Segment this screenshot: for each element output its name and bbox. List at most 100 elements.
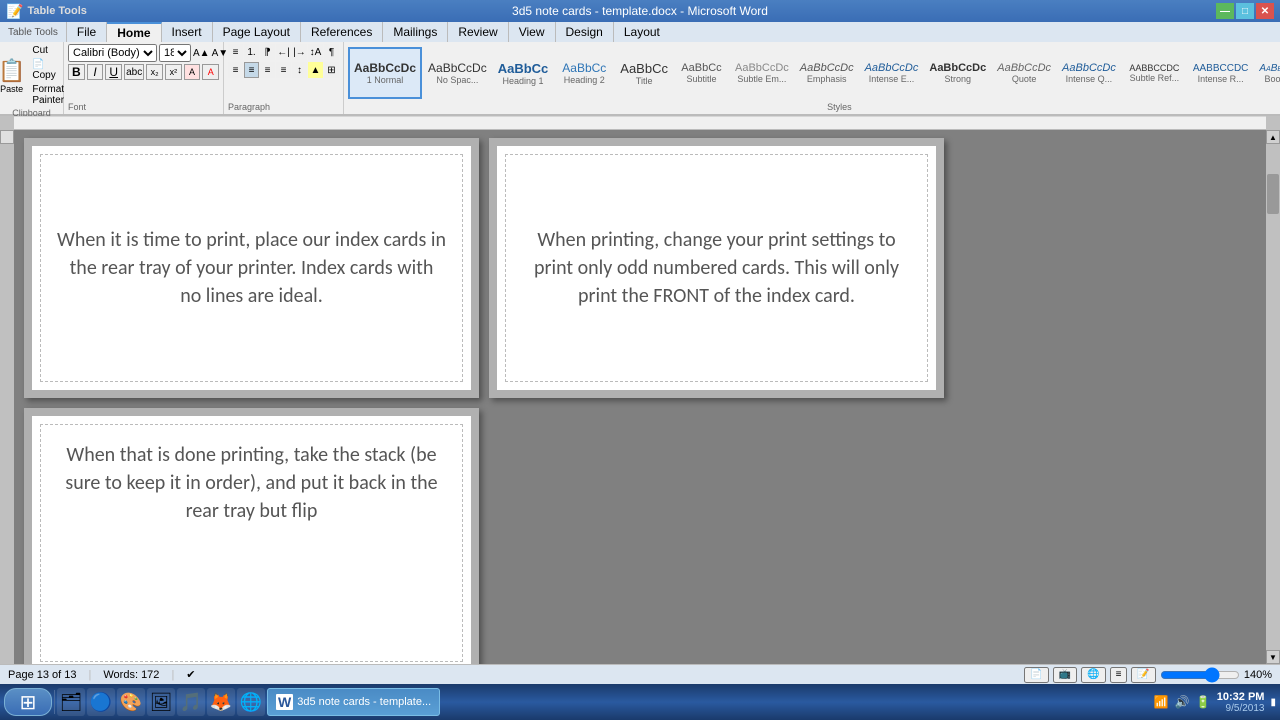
firefox-icon: 🦊 bbox=[210, 692, 232, 713]
style-heading2[interactable]: AaBbCc Heading 2 bbox=[554, 47, 614, 99]
style-intense-q[interactable]: AaBbCcDc Intense Q... bbox=[1057, 47, 1121, 99]
view-outline-button[interactable]: ≡ bbox=[1110, 667, 1128, 683]
style-no-space[interactable]: AaBbCcDc No Spac... bbox=[423, 47, 492, 99]
tab-home[interactable]: Home bbox=[107, 22, 161, 42]
style-subtitle[interactable]: AaBbCc Subtitle bbox=[674, 47, 729, 99]
borders-button[interactable]: ⊞ bbox=[324, 62, 339, 78]
align-left-button[interactable]: ≡ bbox=[228, 62, 243, 78]
line-spacing-button[interactable]: ↕ bbox=[292, 62, 307, 78]
taskbar-word-label: 3d5 note cards - template... bbox=[297, 696, 431, 708]
tab-layout[interactable]: Layout bbox=[614, 22, 670, 42]
taskbar-app-media[interactable]: 🎵 bbox=[177, 688, 205, 716]
shading-button[interactable]: ▲ bbox=[308, 62, 323, 78]
tab-references[interactable]: References bbox=[301, 22, 383, 42]
show-desktop-button[interactable]: ▮ bbox=[1270, 697, 1276, 708]
tab-mailings[interactable]: Mailings bbox=[383, 22, 448, 42]
show-formatting-button[interactable]: ¶ bbox=[324, 44, 339, 60]
clock-date: 9/5/2013 bbox=[1217, 703, 1265, 714]
word-taskbar-icon: W bbox=[276, 694, 293, 710]
window-controls[interactable]: — □ ✕ bbox=[1216, 3, 1274, 19]
style-intense-r[interactable]: AaBbCcDc Intense R... bbox=[1188, 47, 1254, 99]
left-scroll-corner[interactable] bbox=[0, 130, 14, 144]
taskbar-app-ie[interactable]: 🔵 bbox=[87, 688, 115, 716]
text-highlight-button[interactable]: A bbox=[184, 64, 201, 80]
font-group-label: Font bbox=[68, 102, 219, 112]
style-book-title[interactable]: AaBbCcDc Book title bbox=[1254, 47, 1280, 99]
format-painter-button[interactable]: Format Painter bbox=[29, 83, 67, 107]
increase-indent-button[interactable]: |→ bbox=[292, 44, 307, 60]
bullets-button[interactable]: ≡ bbox=[228, 44, 243, 60]
bold-button[interactable]: B bbox=[68, 64, 85, 80]
style-subtle-ref[interactable]: AaBbCcDc Subtle Ref... bbox=[1122, 47, 1187, 99]
tab-file[interactable]: File bbox=[67, 22, 107, 42]
card-1: When it is time to print, place our inde… bbox=[40, 154, 463, 382]
tab-design[interactable]: Design bbox=[556, 22, 614, 42]
underline-button[interactable]: U bbox=[105, 64, 122, 80]
clock-time: 10:32 PM bbox=[1217, 691, 1265, 703]
tab-page-layout[interactable]: Page Layout bbox=[213, 22, 301, 42]
system-clock: 10:32 PM 9/5/2013 bbox=[1217, 691, 1265, 714]
card-3-container: When that is done printing, take the sta… bbox=[32, 416, 471, 664]
font-color-button[interactable]: A bbox=[202, 64, 219, 80]
card-3-text: When that is done printing, take the sta… bbox=[57, 441, 446, 525]
minimize-button[interactable]: — bbox=[1216, 3, 1234, 19]
style-normal[interactable]: AaBbCcDc 1 Normal bbox=[348, 47, 422, 99]
style-heading1[interactable]: AaBbCc Heading 1 bbox=[493, 47, 554, 99]
superscript-button[interactable]: x² bbox=[165, 64, 182, 80]
taskbar-app-firefox[interactable]: 🦊 bbox=[207, 688, 235, 716]
multilevel-button[interactable]: ⁋ bbox=[260, 44, 275, 60]
sort-button[interactable]: ↕A bbox=[308, 44, 323, 60]
status-right: 📄 📺 🌐 ≡ 📝 140% bbox=[1024, 667, 1272, 683]
card-1-container: When it is time to print, place our inde… bbox=[32, 146, 471, 390]
font-size-select[interactable]: 18 bbox=[159, 44, 191, 62]
scroll-down-button[interactable]: ▼ bbox=[1266, 650, 1280, 664]
style-subtle-em[interactable]: AaBbCcDc Subtle Em... bbox=[730, 47, 794, 99]
style-emphasis[interactable]: AaBbCcDc Emphasis bbox=[795, 47, 859, 99]
style-title[interactable]: AaBbCc Title bbox=[615, 47, 673, 99]
window-title: 3d5 note cards - template.docx - Microso… bbox=[512, 4, 768, 18]
style-quote[interactable]: AaBbCcDc Quote bbox=[992, 47, 1056, 99]
spell-check-icon[interactable]: ✔ bbox=[186, 668, 195, 681]
status-left: Page 13 of 13 | Words: 172 | ✔ bbox=[8, 668, 196, 681]
copy-button[interactable]: 📄 Copy bbox=[29, 58, 67, 82]
zoom-slider[interactable] bbox=[1160, 669, 1240, 681]
style-intense-em[interactable]: AaBbCcDc Intense E... bbox=[860, 47, 924, 99]
document-area: When it is time to print, place our inde… bbox=[14, 130, 1266, 664]
start-button[interactable]: ⊞ bbox=[4, 688, 52, 716]
tab-insert[interactable]: Insert bbox=[162, 22, 213, 42]
paragraph-group-label: Paragraph bbox=[228, 102, 339, 112]
align-right-button[interactable]: ≡ bbox=[260, 62, 275, 78]
taskbar-app-lr[interactable]: 🎨 bbox=[117, 688, 145, 716]
taskbar-app-ps[interactable]: 🖼 bbox=[147, 688, 175, 716]
maximize-button[interactable]: □ bbox=[1236, 3, 1254, 19]
ruler-right-margin bbox=[1266, 116, 1280, 130]
cut-button[interactable]: Cut bbox=[29, 44, 67, 57]
strikethrough-button[interactable]: abc bbox=[124, 64, 144, 80]
vertical-scrollbar[interactable]: ▲ ▼ bbox=[1266, 130, 1280, 664]
paste-button[interactable]: 📋 Paste bbox=[0, 56, 27, 96]
media-icon: 🎵 bbox=[180, 692, 202, 713]
italic-button[interactable]: I bbox=[87, 64, 104, 80]
scroll-up-button[interactable]: ▲ bbox=[1266, 130, 1280, 144]
view-web-button[interactable]: 🌐 bbox=[1081, 667, 1105, 683]
tab-view[interactable]: View bbox=[509, 22, 556, 42]
scroll-track[interactable] bbox=[1267, 144, 1279, 650]
font-name-select[interactable]: Calibri (Body) bbox=[68, 44, 157, 62]
taskbar-app-explorer[interactable]: 🗂 bbox=[57, 688, 85, 716]
justify-button[interactable]: ≡ bbox=[276, 62, 291, 78]
scroll-thumb[interactable] bbox=[1267, 174, 1279, 214]
taskbar-app-chrome[interactable]: 🌐 bbox=[237, 688, 265, 716]
view-draft-button[interactable]: 📝 bbox=[1131, 667, 1155, 683]
view-print-button[interactable]: 📄 bbox=[1024, 667, 1048, 683]
tab-review[interactable]: Review bbox=[448, 22, 508, 42]
font-grow-button[interactable]: A▲ bbox=[193, 48, 210, 59]
decrease-indent-button[interactable]: ←| bbox=[276, 44, 291, 60]
style-strong[interactable]: AaBbCcDc Strong bbox=[924, 47, 991, 99]
align-center-button[interactable]: ≡ bbox=[244, 62, 259, 78]
view-fullscreen-button[interactable]: 📺 bbox=[1053, 667, 1077, 683]
subscript-button[interactable]: x₂ bbox=[146, 64, 163, 80]
close-button[interactable]: ✕ bbox=[1256, 3, 1274, 19]
numbering-button[interactable]: 1. bbox=[244, 44, 259, 60]
taskbar-word-app[interactable]: W 3d5 note cards - template... bbox=[267, 688, 440, 716]
main-area: When it is time to print, place our inde… bbox=[0, 130, 1280, 664]
